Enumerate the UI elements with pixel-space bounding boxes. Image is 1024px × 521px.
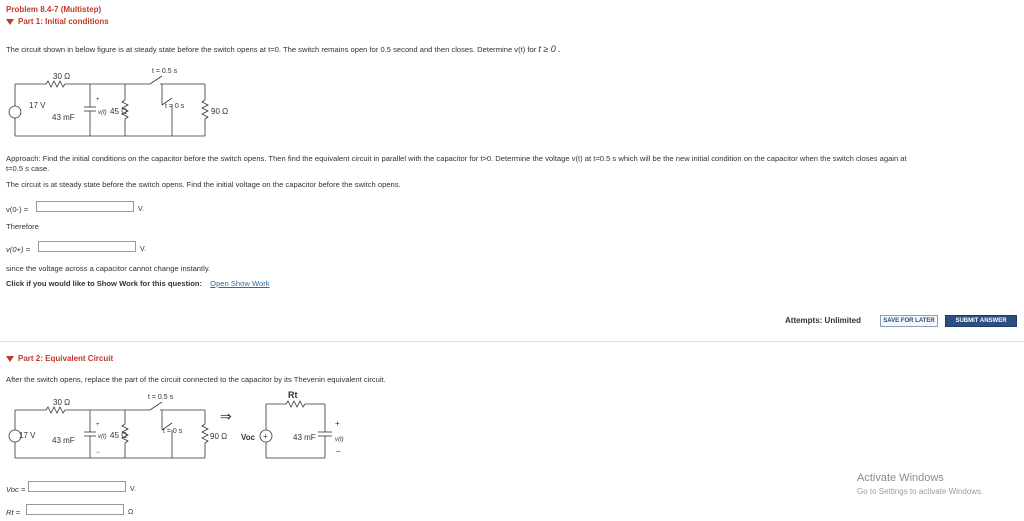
label-thev-vt: v(t) [335,437,344,443]
section-divider [0,341,1024,342]
label-thev-minus: − [336,447,341,456]
rt-input[interactable] [26,504,124,515]
label-r2-2: 45 Ω [110,431,127,440]
part2-statement: After the switch opens, replace the part… [6,375,386,384]
circuit-diagram-1: 30 Ω 17 V 43 mF v(t) + 45 Ω t = 0.5 s t … [8,68,228,137]
voc-input[interactable] [28,481,126,492]
v0plus-unit: V. [140,246,146,253]
label-vt-2: v(t) [98,434,107,440]
label-sw-close: t = 0 s [165,103,185,110]
label-minus-2: − [96,450,100,456]
collapse-triangle-icon[interactable] [6,355,14,362]
part1-title: Part 1: Initial conditions [18,17,109,26]
label-source: 17 V [29,101,46,110]
part2-title: Part 2: Equivalent Circuit [18,354,114,363]
show-work-row: Click if you would like to Show Work for… [6,279,270,288]
problem-title: Problem 8.4-7 (Multistep) [6,5,102,14]
steady-state-text: The circuit is at steady state before th… [6,180,401,189]
label-thev-source-plus: + [263,432,268,441]
voltage-source-icon [8,105,22,119]
thevenin-resistor-icon [285,400,306,408]
open-show-work-link[interactable]: Open Show Work [210,279,269,288]
label-sw-close-2: t = 0 s [163,428,183,435]
therefore-text: Therefore [6,222,39,231]
save-for-later-button[interactable]: SAVE FOR LATER [880,315,938,327]
label-thev-cap: 43 mF [293,433,316,442]
voc-unit: V. [130,486,136,493]
label-thev-r: Rt [288,390,298,400]
v0minus-label: v(0-) = [6,205,29,214]
label-thev-plus: + [335,419,340,428]
label-plus-2: + [96,422,100,428]
v0plus-label: v(0+) = [6,245,31,254]
activate-windows-title: Activate Windows [857,472,944,484]
circuit-diagram-2: 30 Ω 17 V 43 mF v(t) + − 45 Ω t = 0.5 s … [8,390,344,459]
label-r1: 30 Ω [53,72,70,81]
problem-statement: The circuit shown in below figure is at … [6,44,561,54]
statement-tail: t ≥ 0 . [538,44,561,54]
submit-answer-button[interactable]: SUBMIT ANSWER [945,315,1017,327]
rt-unit: Ω [128,509,134,516]
label-vt: v(t) [98,110,107,116]
rt-label: Rt = [6,508,21,517]
resistor-30-icon [45,80,66,88]
label-cap: 43 mF [52,113,75,122]
v0minus-unit: V. [138,206,144,213]
label-thev-v: Voc [241,433,256,442]
resistor-90-icon [201,99,209,120]
since-text: since the voltage across a capacitor can… [6,264,211,273]
implies-arrow-icon: ⇒ [220,408,232,424]
label-cap-2: 43 mF [52,436,75,445]
activate-windows-subtitle: Go to Settings to activate Windows. [857,487,984,496]
attempts-text: Attempts: Unlimited [785,316,861,325]
label-r2: 45 Ω [110,107,127,116]
label-sw-open-2: t = 0.5 s [148,394,174,401]
part1-header[interactable]: Part 1: Initial conditions [6,17,109,26]
v0plus-input[interactable] [38,241,136,252]
approach-line-2: t=0.5 s case. [6,164,50,173]
label-source-2: 17 V [19,431,36,440]
label-r3-2: 90 Ω [210,432,227,441]
part2-header[interactable]: Part 2: Equivalent Circuit [6,354,113,363]
v0minus-input[interactable] [36,201,134,212]
approach-line-1: Approach: Find the initial conditions on… [6,154,907,163]
label-r1-2: 30 Ω [53,398,70,407]
label-sw-open: t = 0.5 s [152,68,178,75]
collapse-triangle-icon[interactable] [6,18,14,25]
label-r3: 90 Ω [211,107,228,116]
statement-text: The circuit shown in below figure is at … [6,45,537,54]
voc-label: Voc = [6,485,26,494]
label-plus: + [96,97,100,103]
show-work-prompt: Click if you would like to Show Work for… [6,279,203,288]
